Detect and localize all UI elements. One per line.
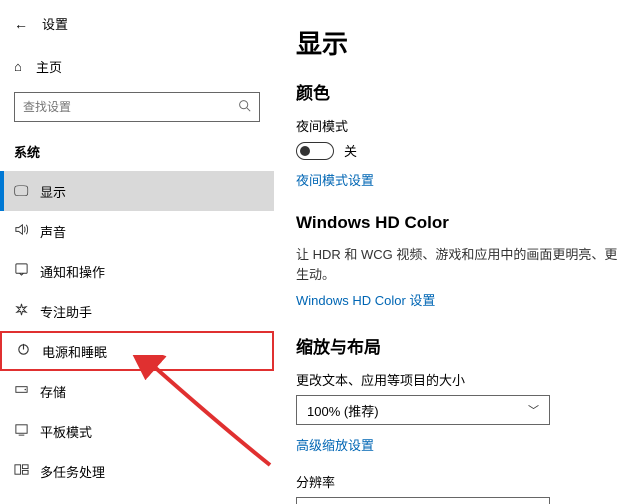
tablet-icon — [14, 422, 40, 441]
nav-label: 平板模式 — [40, 422, 92, 441]
header: ← 设置 — [0, 14, 274, 47]
scale-dropdown[interactable]: 100% (推荐) ﹀ — [296, 395, 550, 425]
sidebar: ← 设置 ⌂ 主页 系统 🖵 显示 声音 — [0, 0, 274, 504]
night-mode-state: 关 — [344, 141, 357, 160]
scale-value: 100% (推荐) — [307, 401, 379, 420]
page-title: 显示 — [296, 24, 620, 61]
display-icon: 🖵 — [14, 183, 40, 200]
focus-icon — [14, 302, 40, 321]
search-box[interactable] — [14, 92, 260, 122]
search-icon — [238, 99, 251, 115]
toggle-knob — [300, 146, 310, 156]
scale-heading: 缩放与布局 — [296, 333, 620, 358]
nav-storage[interactable]: 存储 — [0, 371, 274, 411]
hd-color-desc: 让 HDR 和 WCG 视频、游戏和应用中的画面更明亮、更生动。 — [296, 245, 620, 284]
nav-display[interactable]: 🖵 显示 — [0, 171, 274, 211]
nav-label: 通知和操作 — [40, 262, 105, 281]
hd-color-heading: Windows HD Color — [296, 213, 620, 233]
home-nav[interactable]: ⌂ 主页 — [0, 47, 274, 86]
nav-label: 存储 — [40, 382, 66, 401]
notification-icon — [14, 262, 40, 281]
home-icon: ⌂ — [14, 59, 36, 74]
search-input[interactable] — [23, 100, 238, 114]
night-mode-label: 夜间模式 — [296, 116, 620, 135]
scale-label: 更改文本、应用等项目的大小 — [296, 370, 620, 389]
nav-label: 电源和睡眠 — [42, 342, 107, 361]
home-label: 主页 — [36, 57, 62, 76]
nav-label: 声音 — [40, 222, 66, 241]
nav-multitask[interactable]: 多任务处理 — [0, 451, 274, 491]
advanced-scale-link[interactable]: 高级缩放设置 — [296, 435, 374, 454]
resolution-label: 分辨率 — [296, 472, 620, 491]
nav-label: 显示 — [40, 182, 66, 201]
main-content: 显示 颜色 夜间模式 关 夜间模式设置 Windows HD Color 让 H… — [274, 0, 640, 504]
nav-power[interactable]: 电源和睡眠 — [0, 331, 274, 371]
night-mode-toggle[interactable] — [296, 142, 334, 160]
nav-label: 专注助手 — [40, 302, 92, 321]
multitask-icon — [14, 462, 40, 481]
nav-focus[interactable]: 专注助手 — [0, 291, 274, 331]
section-label: 系统 — [0, 136, 274, 171]
nav-tablet[interactable]: 平板模式 — [0, 411, 274, 451]
color-heading: 颜色 — [296, 79, 620, 104]
chevron-down-icon: ﹀ — [528, 402, 539, 418]
resolution-dropdown[interactable]: 1920 × 1080 (推荐) ﹀ — [296, 497, 550, 504]
hd-color-link[interactable]: Windows HD Color 设置 — [296, 290, 435, 309]
nav-sound[interactable]: 声音 — [0, 211, 274, 251]
back-icon[interactable]: ← — [14, 16, 28, 32]
power-icon — [16, 342, 42, 361]
storage-icon — [14, 382, 40, 401]
nav-label: 多任务处理 — [40, 462, 105, 481]
nav-notifications[interactable]: 通知和操作 — [0, 251, 274, 291]
night-mode-settings-link[interactable]: 夜间模式设置 — [296, 170, 374, 189]
settings-title: 设置 — [42, 14, 68, 33]
sound-icon — [14, 222, 40, 241]
